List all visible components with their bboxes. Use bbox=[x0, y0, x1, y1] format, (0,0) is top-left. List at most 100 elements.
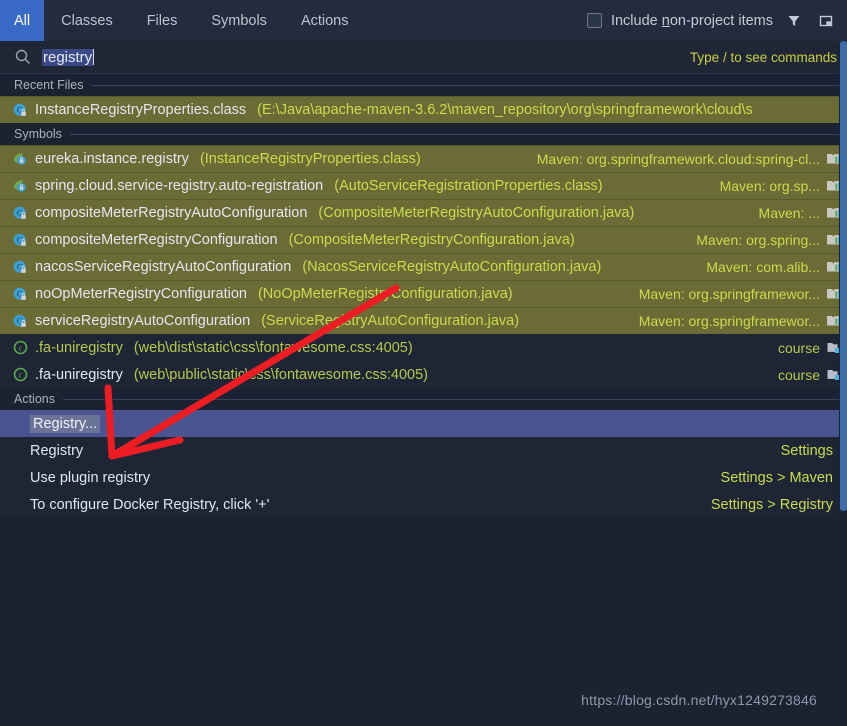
class-icon: C bbox=[13, 260, 26, 273]
action-location: Settings > Registry bbox=[710, 496, 833, 513]
tab-files-label: Files bbox=[146, 12, 178, 29]
tab-classes[interactable]: Classes bbox=[44, 0, 130, 41]
scrollbar[interactable] bbox=[839, 41, 847, 726]
result-name: serviceRegistryAutoConfiguration bbox=[35, 313, 251, 329]
result-row[interactable]: CcompositeMeterRegistryConfiguration (Com… bbox=[0, 226, 847, 253]
result-source-label: Maven: ... bbox=[758, 205, 820, 221]
result-location: (NacosServiceRegistryAutoConfiguration.j… bbox=[302, 259, 602, 275]
result-location: (CompositeMeterRegistryAutoConfiguration… bbox=[318, 205, 635, 221]
tab-all[interactable]: All bbox=[0, 0, 45, 41]
action-row[interactable]: To configure Docker Registry, click '+' S… bbox=[0, 491, 847, 518]
result-row[interactable]: eureka.instance.registry (InstanceRegistr… bbox=[0, 145, 847, 172]
svg-text:c: c bbox=[19, 370, 23, 379]
css-selector-icon: c bbox=[13, 340, 28, 355]
property-icon bbox=[14, 152, 26, 165]
action-label: Registry bbox=[30, 442, 84, 459]
search-input[interactable]: registry bbox=[42, 48, 94, 66]
result-location: (NoOpMeterRegistryConfiguration.java) bbox=[257, 286, 513, 302]
result-name: spring.cloud.service-registry.auto-regis… bbox=[35, 178, 324, 194]
tab-actions-label: Actions bbox=[300, 12, 349, 29]
tab-symbols[interactable]: Symbols bbox=[194, 0, 284, 41]
property-icon bbox=[14, 179, 26, 192]
tab-bar: All Classes Files Symbols Actions Includ… bbox=[0, 0, 847, 41]
result-location: (AutoServiceRegistrationProperties.class… bbox=[334, 178, 603, 194]
section-title: Actions bbox=[14, 392, 55, 406]
result-source: Maven: org.sp... bbox=[712, 178, 843, 194]
result-location: (InstanceRegistryProperties.class) bbox=[199, 151, 421, 167]
tab-files[interactable]: Files bbox=[130, 0, 195, 41]
include-label-pre: Include bbox=[610, 12, 662, 29]
section-title: Symbols bbox=[14, 127, 62, 141]
filter-icon[interactable] bbox=[783, 10, 805, 32]
toolbar-right: Include non-project items bbox=[586, 0, 847, 41]
action-label: To configure Docker Registry, click '+' bbox=[30, 496, 270, 513]
tab-classes-label: Classes bbox=[61, 12, 113, 29]
result-source-label: course bbox=[777, 366, 820, 383]
result-row[interactable]: c .fa-uniregistry (web\public\static\css\f… bbox=[0, 361, 847, 388]
result-source: Maven: org.springframewor... bbox=[631, 313, 843, 329]
result-row[interactable]: CserviceRegistryAutoConfiguration (Servic… bbox=[0, 307, 847, 334]
result-location: (CompositeMeterRegistryConfiguration.jav… bbox=[288, 232, 575, 248]
result-source-label: Maven: org.spring... bbox=[696, 232, 820, 248]
result-source-label: Maven: org.springframewor... bbox=[638, 313, 820, 329]
section-divider bbox=[91, 84, 847, 86]
result-name: compositeMeterRegistryConfiguration bbox=[35, 232, 278, 248]
watermark-text: https://blog.csdn.net/hyx1249273846 bbox=[581, 692, 817, 708]
result-row[interactable]: spring.cloud.service-registry.auto-regis… bbox=[0, 172, 847, 199]
text-caret bbox=[93, 49, 95, 65]
action-row[interactable]: Registry... bbox=[0, 410, 847, 437]
include-non-project-items-toggle[interactable]: Include non-project items bbox=[586, 13, 773, 29]
section-divider bbox=[63, 398, 847, 400]
include-non-project-items-checkbox[interactable] bbox=[586, 13, 602, 28]
tab-all-label: All bbox=[14, 12, 31, 29]
svg-text:c: c bbox=[19, 343, 23, 352]
result-row[interactable]: c .fa-uniregistry (web\dist\static\css\fon… bbox=[0, 334, 847, 361]
action-row[interactable]: Registry Settings bbox=[0, 437, 847, 464]
result-location: (ServiceRegistryAutoConfiguration.java) bbox=[261, 313, 520, 329]
result-source: course bbox=[770, 367, 843, 383]
result-name: nacosServiceRegistryAutoConfiguration bbox=[35, 259, 292, 275]
preview-panel-icon[interactable] bbox=[815, 10, 837, 32]
result-source-label: Maven: org.springframewor... bbox=[638, 286, 820, 302]
result-location: (web\public\static\css\fontawesome.css:4… bbox=[133, 366, 428, 383]
tab-symbols-label: Symbols bbox=[211, 12, 267, 29]
result-row[interactable]: C InstanceRegistryProperties.class (E:\Jav… bbox=[0, 96, 847, 123]
result-source-label: Maven: com.alib... bbox=[706, 259, 820, 275]
action-label: Registry... bbox=[30, 414, 101, 433]
action-location: Settings > Maven bbox=[720, 469, 833, 486]
result-source: Maven: ... bbox=[751, 205, 843, 221]
action-label: Use plugin registry bbox=[30, 469, 151, 486]
class-icon: C bbox=[13, 206, 26, 219]
include-label-post: on-project items bbox=[669, 12, 773, 29]
search-hint: Type / to see commands bbox=[689, 49, 837, 65]
filter-icon-glyph bbox=[788, 15, 800, 26]
result-source: course bbox=[770, 340, 843, 356]
class-icon: C bbox=[13, 287, 26, 300]
search-everywhere-dialog: All Classes Files Symbols Actions Includ… bbox=[0, 0, 847, 726]
include-non-project-items-label: Include non-project items bbox=[611, 13, 773, 29]
result-source-label: Maven: org.sp... bbox=[719, 178, 820, 194]
action-location: Settings bbox=[780, 442, 833, 459]
result-source: Maven: org.springframewor... bbox=[631, 286, 843, 302]
action-row[interactable]: Use plugin registry Settings > Maven bbox=[0, 464, 847, 491]
results-list[interactable]: Recent Files C InstanceRegistryProperties.… bbox=[0, 74, 847, 726]
result-name: eureka.instance.registry bbox=[35, 151, 189, 167]
result-row[interactable]: CnoOpMeterRegistryConfiguration (NoOpMete… bbox=[0, 280, 847, 307]
section-header-actions: Actions bbox=[0, 388, 847, 410]
result-row[interactable]: CcompositeMeterRegistryAutoConfiguration… bbox=[0, 199, 847, 226]
search-bar[interactable]: registry Type / to see commands bbox=[0, 41, 847, 74]
result-row[interactable]: CnacosServiceRegistryAutoConfiguration (N… bbox=[0, 253, 847, 280]
section-title: Recent Files bbox=[14, 78, 84, 92]
result-name: InstanceRegistryProperties.class bbox=[35, 102, 247, 118]
include-label-accel: n bbox=[661, 12, 670, 29]
class-icon: C bbox=[13, 314, 26, 327]
tab-actions[interactable]: Actions bbox=[284, 0, 366, 41]
result-source-label: course bbox=[777, 339, 820, 356]
result-name: .fa-uniregistry bbox=[35, 366, 123, 383]
result-location: (E:\Java\apache-maven-3.6.2\maven_reposi… bbox=[257, 102, 753, 118]
search-icon bbox=[15, 49, 30, 64]
result-source: Maven: org.spring... bbox=[688, 232, 843, 248]
scrollbar-thumb[interactable] bbox=[840, 41, 847, 511]
result-source: Maven: com.alib... bbox=[698, 259, 843, 275]
section-header-recent-files: Recent Files bbox=[0, 74, 847, 96]
